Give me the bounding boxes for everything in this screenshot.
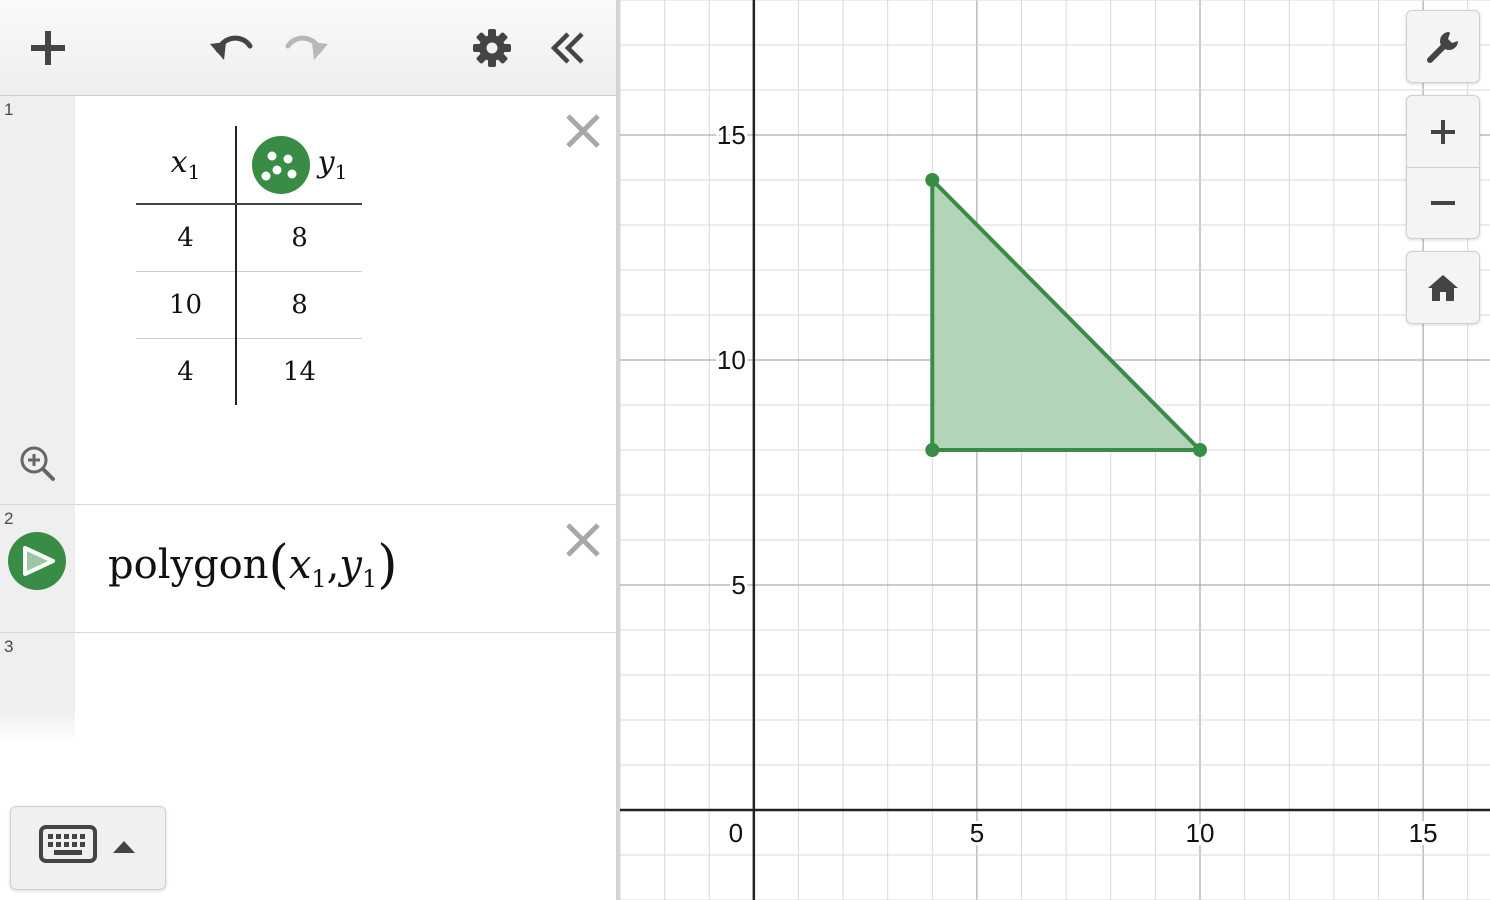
data-point — [1193, 443, 1207, 457]
plus-icon — [31, 31, 65, 65]
undo-button[interactable] — [206, 24, 254, 72]
expression-index: 1 — [4, 100, 14, 119]
table-cell[interactable]: 4 — [136, 204, 237, 272]
graph-settings-button[interactable] — [1407, 11, 1479, 82]
graph-settings-control — [1406, 10, 1480, 83]
expression-gutter: 2 — [0, 505, 75, 632]
zoom-control — [1406, 95, 1480, 239]
y-tick-label: 5 — [731, 570, 745, 600]
undo-icon — [210, 35, 253, 60]
play-triangle-icon[interactable] — [8, 532, 66, 590]
expression-gutter: 1 — [0, 96, 75, 504]
graph-paper[interactable]: 0 5 10 15 5 10 15 — [616, 0, 1490, 900]
table-row: 4 8 — [136, 204, 362, 272]
expression-item-table[interactable]: 1 x1 y1 4 8 10 8 4 14 — [0, 96, 616, 505]
keyboard-icon — [39, 825, 97, 863]
table-row: 4 14 — [136, 338, 362, 405]
close-icon[interactable] — [564, 112, 602, 150]
table-cell[interactable]: 8 — [236, 204, 362, 272]
expression-toolbar — [0, 0, 616, 96]
double-chevron-left-icon — [550, 32, 584, 64]
table-cell[interactable]: 4 — [136, 338, 237, 405]
y-tick-label: 15 — [717, 120, 746, 150]
graph-canvas[interactable]: 0 5 10 15 5 10 15 — [620, 0, 1490, 900]
expression-item-polygon[interactable]: 2 polygon(x1,y1) — [0, 505, 616, 633]
table-cell[interactable]: 10 — [136, 271, 237, 339]
wrench-icon — [1427, 31, 1458, 63]
x-tick-label: 15 — [1409, 818, 1438, 848]
table-header-y[interactable]: y1 — [236, 126, 362, 205]
y-tick-label: 10 — [717, 345, 746, 375]
desmos-calculator: 1 x1 y1 4 8 10 8 4 14 2 polygon(x1,y1) 3… — [0, 0, 1490, 900]
redo-button[interactable] — [284, 24, 332, 72]
table-cell[interactable]: 8 — [236, 271, 362, 339]
expression-input[interactable]: polygon(x1,y1) — [108, 535, 398, 595]
arg-subscript: 1 — [362, 565, 378, 593]
table-cell[interactable]: 14 — [236, 338, 362, 405]
column-name: y — [317, 145, 335, 180]
expression-index: 2 — [4, 509, 14, 528]
data-point — [925, 443, 940, 457]
zoom-in-button[interactable] — [1407, 96, 1479, 167]
home-control — [1406, 251, 1480, 324]
x-tick-label: 0 — [729, 818, 743, 848]
default-viewport-button[interactable] — [1407, 252, 1479, 323]
close-icon[interactable] — [564, 521, 602, 559]
expression-item-empty[interactable]: 3 — [0, 633, 616, 743]
x-tick-label: 10 — [1186, 818, 1215, 848]
table-header-x[interactable]: x1 — [136, 126, 237, 205]
zoom-out-button[interactable] — [1407, 167, 1479, 238]
settings-button[interactable] — [468, 24, 516, 72]
arg-subscript: 1 — [311, 565, 327, 593]
plus-icon — [1431, 119, 1455, 144]
home-icon — [1428, 274, 1458, 301]
zoom-in-icon[interactable] — [18, 444, 56, 482]
arg-name: x — [288, 542, 312, 588]
collapse-panel-button[interactable] — [544, 24, 592, 72]
expression-panel: 1 x1 y1 4 8 10 8 4 14 2 polygon(x1,y1) 3 — [0, 0, 616, 900]
arg-name: y — [339, 542, 362, 588]
table-row: 10 8 — [136, 271, 362, 339]
function-name: polygon — [108, 542, 269, 588]
column-name: x — [170, 145, 188, 180]
caret-up-icon — [113, 841, 135, 853]
column-subscript: 1 — [187, 160, 201, 184]
minus-icon — [1431, 201, 1455, 205]
points-style-icon[interactable] — [251, 135, 310, 194]
expression-gutter: 3 — [0, 633, 75, 743]
keyboard-toggle-button[interactable] — [10, 806, 166, 890]
x-tick-label: 5 — [970, 818, 984, 848]
column-subscript: 1 — [334, 160, 348, 184]
data-table: x1 y1 4 8 10 8 4 14 — [136, 126, 362, 405]
redo-icon — [285, 35, 328, 60]
data-point — [925, 173, 940, 187]
add-expression-button[interactable] — [24, 24, 72, 72]
expression-index: 3 — [4, 637, 14, 656]
gear-icon — [473, 29, 511, 67]
